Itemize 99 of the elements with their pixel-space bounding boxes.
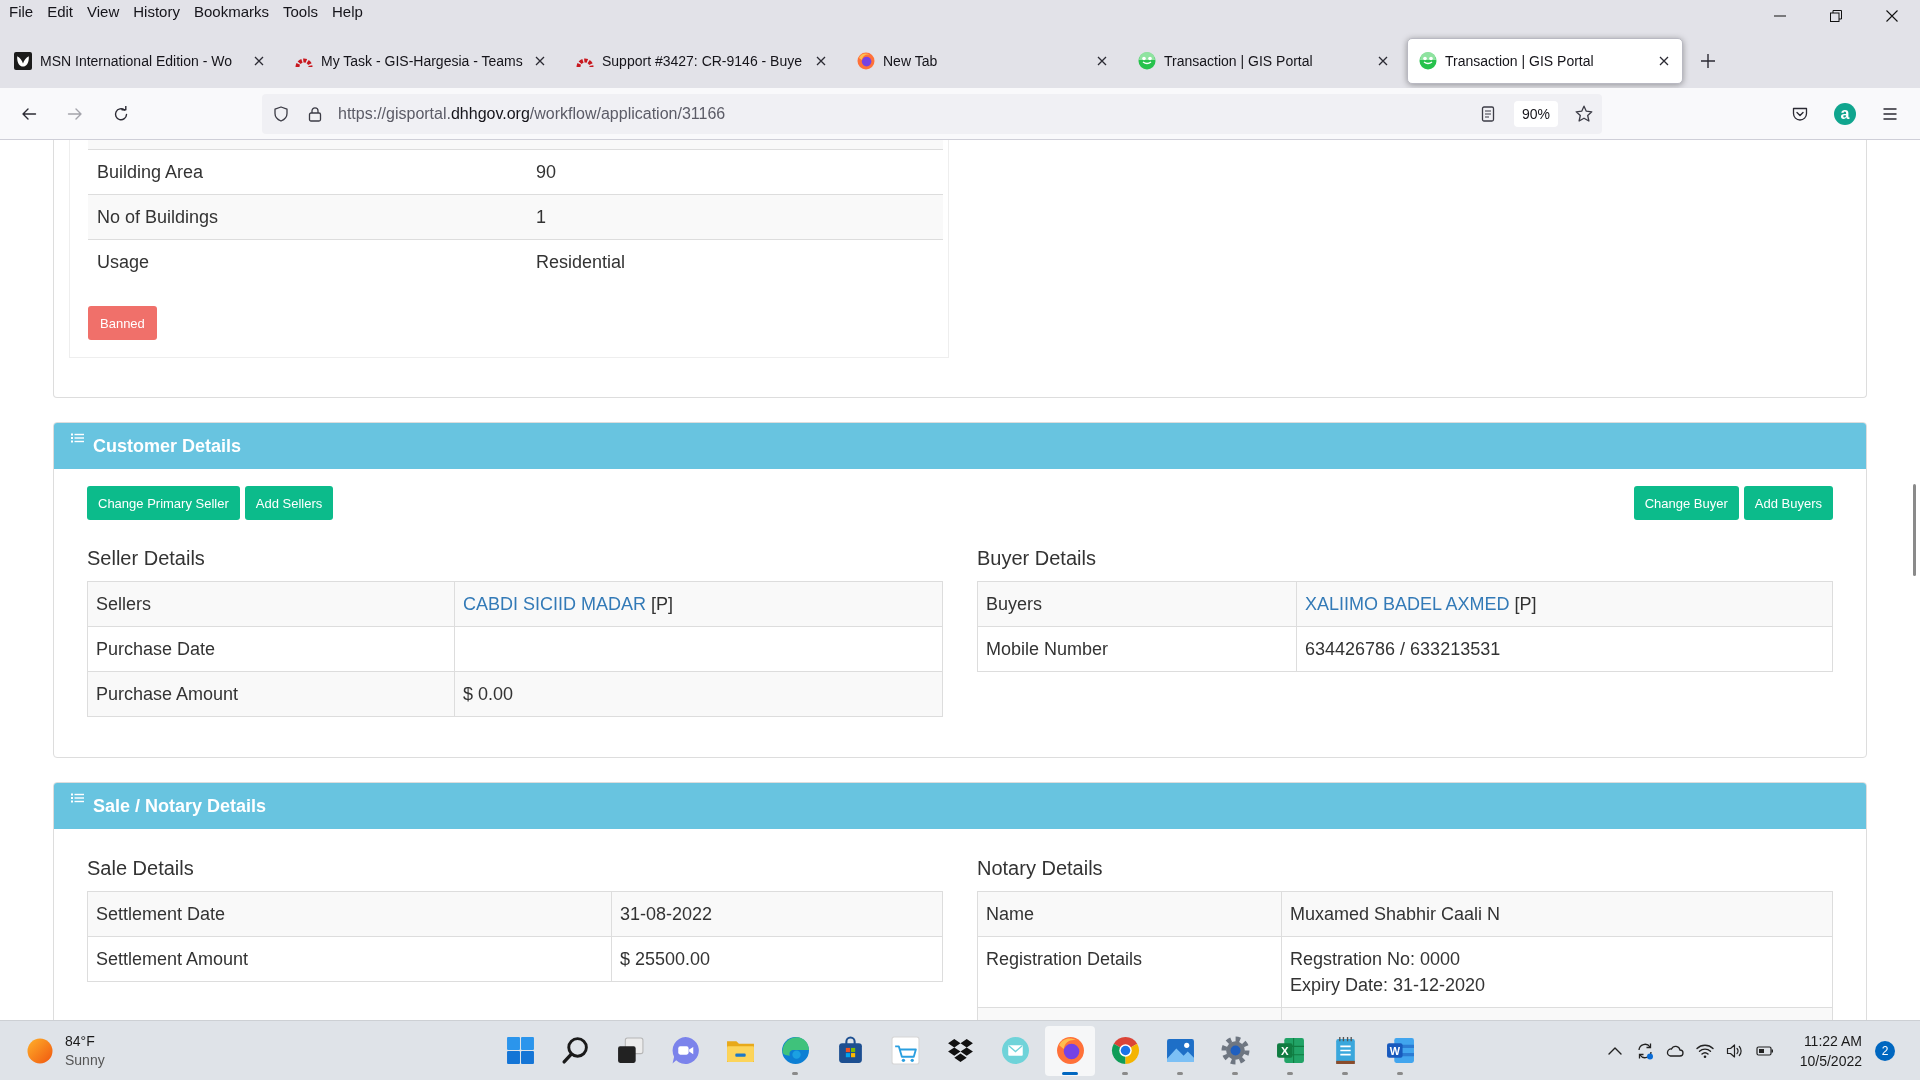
lock-icon[interactable]: [307, 105, 323, 122]
label-cell: Mobile Number: [977, 626, 1297, 672]
menu-item[interactable]: File: [2, 3, 41, 21]
value-cell: $ 0.00: [454, 671, 943, 717]
browser-logo-icon: [1055, 1036, 1085, 1065]
table-heading: Seller Details: [87, 546, 206, 570]
property-label: Building Area: [96, 161, 205, 183]
star-icon: [1575, 104, 1593, 123]
status-badge: Banned: [88, 306, 157, 340]
menu-item[interactable]: View: [80, 3, 127, 21]
sun-icon: [27, 1037, 53, 1064]
close-icon: [1378, 56, 1388, 66]
running-indicator: [1232, 1071, 1238, 1075]
menu-item[interactable]: Tools: [276, 3, 325, 21]
scrollbar-thumb[interactable]: [1913, 484, 1916, 576]
label-cell: Name: [977, 891, 1282, 937]
color-wheel-icon: [1110, 1036, 1140, 1065]
close-icon: [254, 56, 264, 66]
pocket-icon: [1792, 105, 1808, 122]
taskbar-button[interactable]: W: [1375, 1025, 1425, 1076]
registration-detail: Expiry Date: 31-12-2020: [1290, 974, 1487, 997]
running-indicator: [1122, 1071, 1128, 1075]
butterfly-logo-icon: [14, 52, 32, 70]
browser-tab[interactable]: MSN International Edition - Wo: [2, 38, 278, 84]
start-icon: [505, 1036, 535, 1065]
swirl-logo-icon: [780, 1036, 810, 1065]
clock[interactable]: 11:22 AM 10/5/2022: [1799, 1030, 1862, 1071]
label-cell: Settlement Amount: [87, 936, 612, 982]
close-icon: [1886, 10, 1898, 22]
browser-tab[interactable]: New Tab: [845, 38, 1121, 84]
running-indicator: [1177, 1071, 1183, 1075]
menu-icon: [1882, 105, 1898, 122]
photo-icon: [1165, 1036, 1195, 1065]
task-view-icon: [615, 1036, 645, 1065]
property-value: 90: [535, 161, 557, 183]
video-chat-icon: [670, 1036, 700, 1065]
value-cell: $ 25500.00: [611, 936, 943, 982]
zoom-level-button[interactable]: 90%: [1513, 100, 1558, 127]
sync-icon[interactable]: [1635, 1041, 1654, 1060]
value-cell: 634426786 / 633213531: [1296, 626, 1833, 672]
taskbar-button[interactable]: X: [1265, 1025, 1315, 1076]
document-icon: [1479, 105, 1496, 122]
close-icon: [816, 56, 826, 66]
browser-tab[interactable]: Transaction | GIS Portal: [1126, 38, 1402, 84]
value-cell: Muxamed Shabhir Caali N: [1281, 891, 1833, 937]
section-title: Sale / Notary Details: [93, 795, 267, 817]
diamonds-logo-icon: [945, 1036, 975, 1065]
property-value: 1: [535, 206, 546, 228]
url-field[interactable]: https://gisportal.dhhgov.org/workflow/application/31166: [338, 104, 1472, 123]
speaker-icon[interactable]: [1725, 1041, 1744, 1060]
list-icon: [71, 433, 84, 443]
list-icon: [71, 793, 84, 803]
notification-badge[interactable]: 2: [1875, 1040, 1895, 1061]
browser-tab[interactable]: Transaction | GIS Portal: [1407, 38, 1683, 84]
running-indicator: [1342, 1071, 1348, 1075]
running-indicator: [1062, 1071, 1078, 1075]
primary-tag: [P]: [651, 594, 674, 614]
table-heading: Sale Details: [87, 856, 195, 880]
browser-logo-icon: [857, 52, 875, 70]
reload-icon: [113, 105, 129, 122]
restore-icon: [1830, 10, 1842, 22]
portal-logo-icon: [1419, 52, 1437, 70]
label-cell: Settlement Date: [87, 891, 612, 937]
table-heading: Buyer Details: [977, 546, 1097, 570]
menu-item[interactable]: Help: [325, 3, 370, 21]
shield-icon[interactable]: [273, 105, 289, 122]
label-cell: Buyers: [977, 581, 1297, 627]
primary-tag: [P]: [1514, 594, 1537, 614]
person-link[interactable]: XALIIMO BADEL AXMED: [1305, 594, 1510, 614]
registration-detail: Regstration No: 0000: [1290, 948, 1462, 971]
label-cell: Sellers: [87, 581, 455, 627]
property-label: Usage: [96, 251, 151, 273]
running-indicator: [792, 1071, 798, 1075]
property-label: No of Buildings: [96, 206, 220, 228]
menu-item[interactable]: Edit: [40, 3, 81, 21]
portal-logo-icon: [1138, 52, 1156, 70]
running-indicator: [1287, 1071, 1293, 1075]
person-link[interactable]: CABDI SICIID MADAR: [463, 594, 647, 614]
cart-icon: [890, 1036, 920, 1065]
label-cell: Purchase Amount: [87, 671, 455, 717]
search-icon: [560, 1036, 590, 1065]
close-icon: [535, 56, 545, 66]
running-indicator: [1397, 1071, 1403, 1075]
mail-icon: [1000, 1036, 1030, 1065]
browser-tab[interactable]: My Task - GIS-Hargesia - Teams: [283, 38, 559, 84]
settings-icon: [1220, 1036, 1250, 1065]
plus-icon: [1700, 53, 1716, 69]
close-icon: [1659, 56, 1669, 66]
menu-item[interactable]: History: [126, 3, 187, 21]
property-value: Residential: [535, 251, 626, 273]
close-icon: [1097, 56, 1107, 66]
table-heading: Notary Details: [977, 856, 1104, 880]
menu-item[interactable]: Bookmarks: [186, 3, 276, 21]
browser-tab[interactable]: Support #3427: CR-9146 - Buye: [564, 38, 840, 84]
weather-widget[interactable]: 84°F Sunny: [27, 1031, 105, 1070]
label-cell: Registration Details: [977, 936, 1282, 1008]
label-cell: Purchase Date: [87, 626, 455, 672]
section-title: Customer Details: [93, 435, 242, 457]
value-cell: 31-08-2022: [611, 891, 943, 937]
